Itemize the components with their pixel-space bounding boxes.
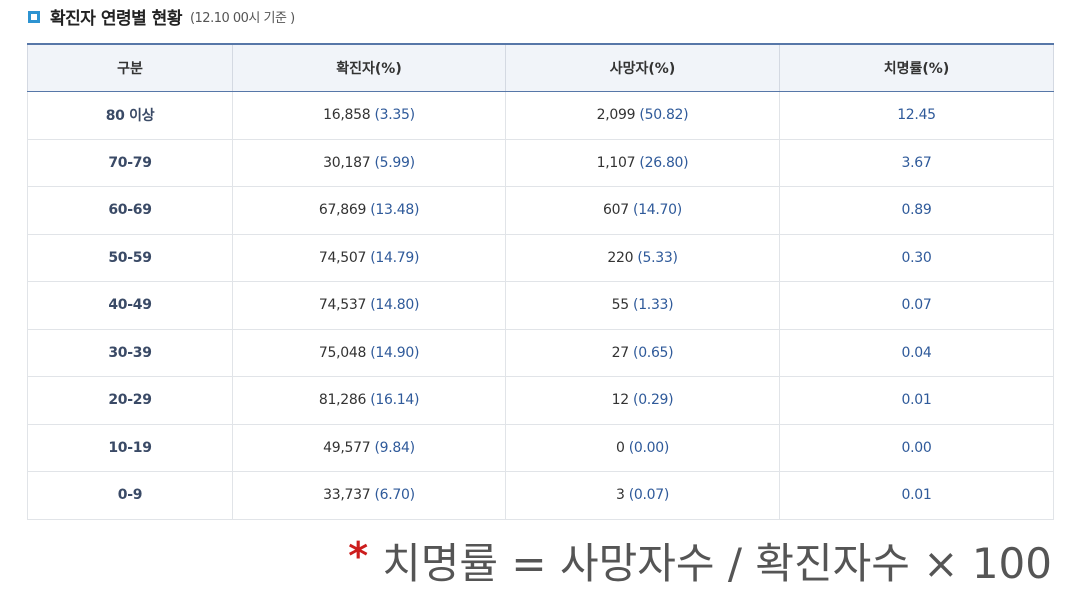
cases-cell: 33,737 (6.70) [232, 471, 506, 520]
cases-count: 74,507 [318, 249, 367, 266]
fatality-rate-cell: 0.30 [779, 234, 1054, 282]
cases-cell: 16,858 (3.35) [232, 91, 506, 140]
fatality-rate-cell: 0.07 [779, 281, 1054, 330]
section-title: 확진자 연령별 현황 [50, 8, 182, 29]
cases-count: 81,286 [318, 392, 367, 409]
fatality-rate-cell: 0.00 [779, 424, 1054, 472]
deaths-cell: 55 (1.33) [505, 281, 780, 330]
age-group-cell: 0-9 [27, 471, 233, 520]
deaths-count: 3 [615, 487, 625, 504]
table-row: 0-9 33,737 (6.70) 3 (0.07) 0.01 [27, 471, 1054, 520]
formula-text: 치명률 = 사망자수 / 확진자수 × 100 [382, 538, 1052, 588]
cases-percent: (13.48) [370, 202, 420, 219]
column-header-fatality-rate: 치명률(%) [779, 44, 1054, 92]
deaths-cell: 0 (0.00) [505, 424, 780, 472]
square-bullet-icon [28, 10, 40, 23]
cases-cell: 81,286 (16.14) [232, 376, 506, 425]
column-header-deaths: 사망자(%) [505, 44, 780, 92]
deaths-count: 12 [611, 392, 630, 409]
cases-count: 16,858 [323, 107, 371, 124]
deaths-count: 55 [611, 297, 630, 314]
deaths-count: 1,107 [596, 154, 636, 171]
deaths-count: 607 [603, 202, 629, 219]
age-stats-table: 구분 확진자(%) 사망자(%) 치명률(%) 80 이상 16,858 (3.3… [27, 43, 1054, 520]
table-row: 40-49 74,537 (14.80) 55 (1.33) 0.07 [27, 281, 1054, 330]
cases-percent: (14.90) [370, 344, 420, 361]
deaths-percent: (0.07) [628, 487, 670, 504]
age-group-cell: 30-39 [27, 329, 233, 377]
cases-cell: 49,577 (9.84) [232, 424, 506, 472]
table-row: 20-29 81,286 (16.14) 12 (0.29) 0.01 [27, 376, 1054, 425]
deaths-cell: 12 (0.29) [505, 376, 780, 425]
fatality-rate-cell: 0.04 [779, 329, 1054, 377]
age-group-cell: 40-49 [27, 281, 233, 330]
deaths-count: 2,099 [596, 107, 636, 124]
deaths-count: 27 [611, 344, 630, 361]
cases-count: 75,048 [318, 344, 367, 361]
cases-cell: 75,048 (14.90) [232, 329, 506, 377]
cases-count: 33,737 [323, 487, 371, 504]
fatality-rate-cell: 0.01 [779, 376, 1054, 425]
age-group-cell: 50-59 [27, 234, 233, 282]
table-row: 10-19 49,577 (9.84) 0 (0.00) 0.00 [27, 424, 1054, 472]
cases-percent: (6.70) [374, 487, 416, 504]
deaths-percent: (1.33) [633, 297, 674, 314]
deaths-count: 220 [607, 249, 634, 266]
table-row: 60-69 67,869 (13.48) 607 (14.70) 0.89 [27, 186, 1054, 235]
deaths-percent: (26.80) [639, 154, 689, 171]
age-group-cell: 10-19 [27, 424, 233, 472]
deaths-percent: (0.29) [633, 392, 674, 409]
cases-percent: (14.80) [370, 297, 420, 314]
table-row: 30-39 75,048 (14.90) 27 (0.65) 0.04 [27, 329, 1054, 377]
column-header-cases: 확진자(%) [232, 44, 506, 92]
cases-cell: 30,187 (5.99) [232, 139, 506, 187]
fatality-rate-cell: 3.67 [779, 139, 1054, 187]
deaths-percent: (0.65) [633, 344, 674, 361]
cases-cell: 74,507 (14.79) [232, 234, 506, 282]
table-row: 50-59 74,507 (14.79) 220 (5.33) 0.30 [27, 234, 1054, 282]
deaths-cell: 607 (14.70) [505, 186, 780, 235]
age-group-cell: 20-29 [27, 376, 233, 425]
deaths-cell: 27 (0.65) [505, 329, 780, 377]
age-group-cell: 70-79 [27, 139, 233, 187]
age-group-cell: 80 이상 [27, 91, 233, 140]
section-header: 확진자 연령별 현황 (12.10 00시 기준 ) [28, 4, 295, 29]
cases-percent: (3.35) [374, 107, 416, 124]
cases-count: 74,537 [318, 297, 367, 314]
deaths-count: 0 [615, 439, 625, 456]
age-group-cell: 60-69 [27, 186, 233, 235]
cases-percent: (9.84) [374, 439, 416, 456]
cases-cell: 74,537 (14.80) [232, 281, 506, 330]
table-row: 70-79 30,187 (5.99) 1,107 (26.80) 3.67 [27, 139, 1054, 187]
deaths-cell: 2,099 (50.82) [505, 91, 780, 140]
fatality-rate-formula: * 치명률 = 사망자수 / 확진자수 × 100 [348, 530, 1052, 590]
table-body: 80 이상 16,858 (3.35) 2,099 (50.82) 12.45 70-7… [27, 91, 1054, 520]
age-stats-table-container: 구분 확진자(%) 사망자(%) 치명률(%) 80 이상 16,858 (3.3… [27, 43, 1054, 520]
deaths-cell: 220 (5.33) [505, 234, 780, 282]
cases-percent: (5.99) [374, 154, 416, 171]
deaths-percent: (50.82) [639, 107, 689, 124]
cases-count: 67,869 [318, 202, 367, 219]
table-header-row: 구분 확진자(%) 사망자(%) 치명률(%) [27, 44, 1054, 92]
fatality-rate-cell: 12.45 [779, 91, 1054, 140]
column-header-category: 구분 [27, 44, 233, 92]
deaths-cell: 3 (0.07) [505, 471, 780, 520]
cases-cell: 67,869 (13.48) [232, 186, 506, 235]
cases-count: 30,187 [323, 154, 371, 171]
deaths-percent: (0.00) [628, 439, 670, 456]
footnote-asterisk: * [348, 534, 369, 578]
fatality-rate-cell: 0.01 [779, 471, 1054, 520]
cases-percent: (16.14) [370, 392, 420, 409]
fatality-rate-cell: 0.89 [779, 186, 1054, 235]
deaths-percent: (5.33) [637, 249, 678, 266]
cases-count: 49,577 [323, 439, 371, 456]
cases-percent: (14.79) [370, 249, 420, 266]
table-row: 80 이상 16,858 (3.35) 2,099 (50.82) 12.45 [27, 91, 1054, 140]
reference-time-note: (12.10 00시 기준 ) [189, 10, 295, 26]
deaths-percent: (14.70) [633, 202, 682, 219]
deaths-cell: 1,107 (26.80) [505, 139, 780, 187]
